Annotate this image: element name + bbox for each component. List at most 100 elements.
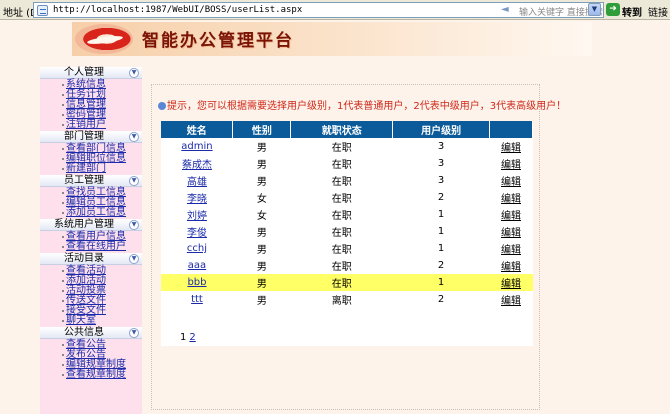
cell-status: 在职 — [331, 177, 352, 188]
cell-name: ttt — [161, 291, 233, 308]
cell-name: bbb — [161, 274, 233, 291]
sidebar-section-header[interactable]: 公共信息 ▼ — [40, 327, 142, 339]
column-header-level: 用户级别 — [392, 121, 491, 138]
url-text: http://localhost:1987/WebUI/BOSS/userLis… — [53, 5, 303, 15]
user-name-link[interactable]: 蔡成杰 — [182, 160, 212, 171]
sidebar-section-items: 查找员工信息 编辑员工信息 添加员工信息 — [40, 187, 142, 219]
sidebar-item[interactable]: 注销用户 — [62, 120, 142, 130]
table-row: 高雄 男 在职 3 编辑 — [161, 172, 533, 189]
sidebar-section-header[interactable]: 员工管理 ▼ — [40, 175, 142, 187]
edit-link[interactable]: 编辑 — [501, 262, 521, 273]
user-name-link[interactable]: 李晓 — [187, 194, 207, 205]
sidebar-section-title: 公共信息 — [64, 327, 104, 338]
table-row: 蔡成杰 男 在职 3 编辑 — [161, 155, 533, 172]
user-name-link[interactable]: cchj — [187, 243, 207, 254]
cell-status: 在职 — [331, 160, 352, 171]
sidebar-section-header[interactable]: 活动目录 ▼ — [40, 253, 142, 265]
cell-action: 编辑 — [489, 274, 533, 291]
sidebar-section-header[interactable]: 系统用户管理 ▼ — [40, 219, 142, 231]
chevron-down-icon[interactable]: ▼ — [129, 220, 139, 230]
header-banner: 智能办公管理平台 — [72, 22, 592, 56]
back-arrow-icon: ◄ — [501, 4, 509, 15]
cell-level: 1 — [437, 209, 445, 220]
cell-gender: 男 — [256, 245, 267, 256]
user-name-link[interactable]: aaa — [188, 260, 206, 271]
column-header-action — [489, 121, 533, 138]
cell-gender: 男 — [256, 296, 267, 307]
column-header-gender: 性别 — [232, 121, 292, 138]
sidebar-section-title: 员工管理 — [64, 175, 104, 186]
table-row: 李晓 女 在职 2 编辑 — [161, 189, 533, 206]
url-field[interactable]: http://localhost:1987/WebUI/BOSS/userLis… — [33, 2, 604, 18]
cell-level: 3 — [437, 158, 445, 169]
edit-link[interactable]: 编辑 — [501, 160, 521, 171]
edit-link[interactable]: 编辑 — [501, 194, 521, 205]
dropdown-icon[interactable]: ▼ — [588, 3, 601, 16]
go-arrow-icon[interactable]: ➜ — [606, 3, 620, 16]
edit-link[interactable]: 编辑 — [501, 296, 521, 307]
sidebar-item[interactable]: 查看在线用户 — [62, 242, 142, 252]
user-name-link[interactable]: ttt — [191, 294, 203, 305]
chevron-down-icon[interactable]: ▼ — [129, 132, 139, 142]
table-row: admin 男 在职 3 编辑 — [161, 138, 533, 155]
cell-name: 李俊 — [161, 223, 233, 240]
table-row: ttt 男 离职 2 编辑 — [161, 291, 533, 308]
table-row: 李俊 男 在职 1 编辑 — [161, 223, 533, 240]
cell-gender: 男 — [256, 228, 267, 239]
edit-link[interactable]: 编辑 — [501, 279, 521, 290]
sidebar-section-header[interactable]: 个人管理 ▼ — [40, 67, 142, 79]
sidebar-section-title: 系统用户管理 — [54, 219, 114, 230]
edit-link[interactable]: 编辑 — [501, 211, 521, 222]
edit-link[interactable]: 编辑 — [501, 245, 521, 256]
cell-status: 在职 — [331, 211, 352, 222]
sidebar-item[interactable]: 添加员工信息 — [62, 208, 142, 218]
cell-gender: 男 — [256, 177, 267, 188]
cell-level: 1 — [437, 243, 445, 254]
cell-action: 编辑 — [490, 223, 533, 240]
cell-status: 在职 — [331, 194, 352, 205]
chevron-down-icon[interactable]: ▼ — [129, 254, 139, 264]
edit-link[interactable]: 编辑 — [501, 177, 521, 188]
table-row: 刘婷 女 在职 1 编辑 — [161, 206, 533, 223]
cell-name: 李晓 — [161, 189, 233, 206]
table-row: aaa 男 在职 2 编辑 — [161, 257, 533, 274]
chevron-down-icon[interactable]: ▼ — [129, 176, 139, 186]
sidebar-section-items: 查看用户信息 查看在线用户 — [40, 231, 142, 253]
page-link[interactable]: 2 — [189, 332, 195, 343]
go-button[interactable]: 转到 — [622, 4, 642, 19]
cell-status: 在职 — [331, 245, 352, 256]
cell-gender: 男 — [256, 262, 267, 273]
column-header-name: 姓名 — [161, 121, 234, 138]
edit-link[interactable]: 编辑 — [501, 143, 521, 154]
links-label[interactable]: 链接 — [648, 4, 668, 19]
cell-gender: 女 — [256, 194, 267, 205]
sidebar-item[interactable]: 查看规章制度 — [62, 370, 142, 380]
cell-name: 高雄 — [161, 172, 233, 189]
cell-action: 编辑 — [490, 291, 533, 308]
cell-action: 编辑 — [490, 172, 533, 189]
sidebar-item[interactable]: 新建部门 — [62, 164, 142, 174]
cell-action: 编辑 — [490, 155, 533, 172]
cell-status: 离职 — [331, 296, 352, 307]
user-name-link[interactable]: 高雄 — [187, 177, 207, 188]
user-name-link[interactable]: 刘婷 — [187, 211, 207, 222]
cell-level: 2 — [437, 294, 445, 305]
sidebar-section-items: 查看公告 发布公告 编辑规章制度 查看规章制度 — [40, 339, 142, 381]
sidebar-item[interactable]: 聊天室 — [62, 316, 142, 326]
column-header-status: 就职状态 — [290, 121, 394, 138]
cell-name: admin — [161, 138, 233, 155]
user-name-link[interactable]: 李俊 — [187, 228, 207, 239]
user-name-link[interactable]: admin — [181, 141, 212, 152]
chevron-down-icon[interactable]: ▼ — [129, 328, 139, 338]
user-name-link[interactable]: bbb — [187, 277, 206, 288]
hint-text: 提示，您可以根据需要选择用户级别，1代表普通用户，2代表中级用户，3代表高级用户… — [158, 97, 566, 112]
address-bar: 地址 (D) http://localhost:1987/WebUI/BOSS/… — [0, 0, 670, 20]
chevron-down-icon[interactable]: ▼ — [129, 68, 139, 78]
edit-link[interactable]: 编辑 — [501, 228, 521, 239]
table-header-row: 姓名 性别 就职状态 用户级别 — [161, 121, 533, 138]
current-page: 1 — [180, 332, 187, 343]
cell-status: 在职 — [331, 262, 352, 273]
cell-name: 蔡成杰 — [161, 155, 233, 172]
sidebar-section-header[interactable]: 部门管理 ▼ — [40, 131, 142, 143]
sidebar-section-items: 系统信息 任务计划 信息管理 密码管理 注销用户 — [40, 79, 142, 131]
